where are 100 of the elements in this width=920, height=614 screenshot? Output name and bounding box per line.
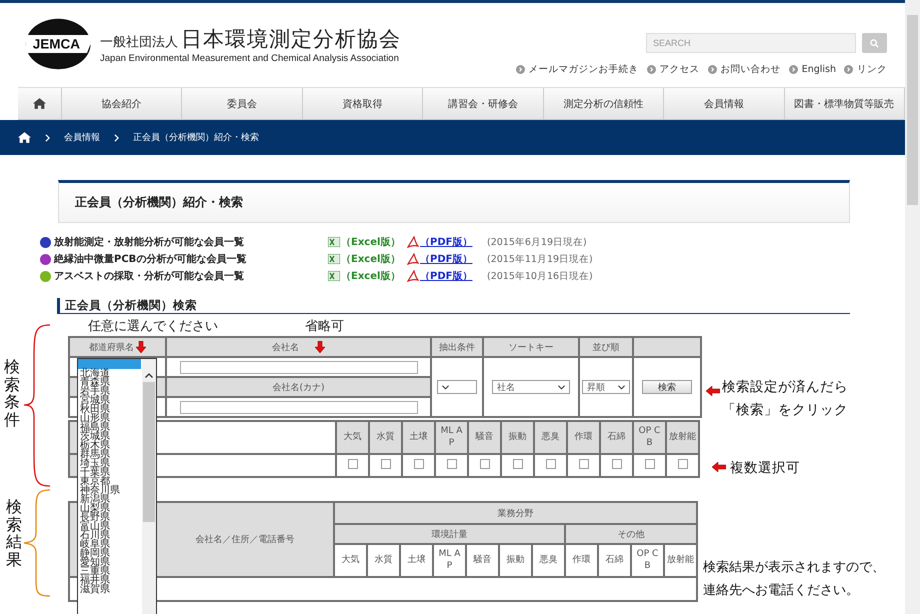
date-text: (2015年10月16日現在) — [487, 270, 593, 282]
prefecture-option[interactable]: 千葉県 — [80, 468, 142, 477]
prefecture-option[interactable]: 茨城県 — [80, 432, 142, 441]
column-header: 会社名／住所／電話番号 — [156, 502, 334, 577]
category-header: 水質 — [369, 421, 402, 454]
excel-link[interactable]: （Excel版） — [341, 235, 407, 249]
column-header: 抽出条件 — [431, 337, 483, 357]
column-header: ソートキー — [483, 337, 579, 357]
prefecture-option[interactable]: 富山県 — [80, 522, 142, 531]
list-title: 絶縁油中微量PCBの分析が可能な会員一覧 — [54, 252, 248, 266]
prefecture-option[interactable]: 長野県 — [80, 513, 142, 522]
category-header: 大気 — [334, 544, 367, 577]
annotation-text: 複数選択可 — [730, 459, 800, 478]
prefecture-option[interactable]: 山梨県 — [80, 504, 142, 513]
prefecture-option[interactable]: 青森県 — [80, 378, 142, 387]
category-header: 振動 — [499, 544, 532, 577]
category-header: 大気 — [336, 421, 369, 454]
annotation-text: 連絡先へお電話ください。 — [703, 582, 860, 600]
group-header: その他 — [565, 524, 697, 544]
category-header: ML AP — [433, 544, 466, 577]
category-header: 作環 — [565, 544, 598, 577]
annotation-text: 検索結果が表示されますので、 — [703, 559, 885, 577]
nav-item[interactable]: 委員会 — [182, 88, 303, 119]
prefecture-option[interactable]: 埼玉県 — [80, 459, 142, 468]
header-link[interactable]: お問い合わせ — [708, 63, 781, 76]
category-header: 悪臭 — [534, 421, 567, 454]
column-header: 並び順 — [579, 337, 633, 357]
nav-item[interactable]: 会員情報 — [664, 88, 785, 119]
list-title: アスベストの採取・分析が可能な会員一覧 — [54, 270, 245, 283]
org-prefix: 一般社団法人 — [100, 34, 178, 50]
org-name: 日本環境測定分析協会 — [181, 26, 401, 52]
section-heading: 正会員（分析機関）検索 — [57, 298, 850, 314]
prefecture-option[interactable]: 岐阜県 — [80, 540, 142, 549]
category-header: 放射能 — [664, 544, 697, 577]
pdf-link[interactable]: （PDF版） — [420, 269, 487, 283]
excel-link[interactable]: （Excel版） — [341, 269, 407, 283]
org-name-english: Japan Environmental Measurement and Chemical Analysis Association — [100, 52, 400, 64]
annotation-label: 検索結果 — [6, 498, 22, 568]
search-field[interactable]: SEARCH — [646, 33, 856, 53]
prefecture-option[interactable]: 山形県 — [80, 414, 142, 423]
column-header: 都道府県名 — [69, 337, 166, 357]
breadcrumb-link[interactable]: 正会員（分析機関）紹介・検索 — [133, 131, 259, 144]
category-header: 水質 — [367, 544, 400, 577]
category-header: 騒音 — [468, 421, 501, 454]
nav-item[interactable]: 資格取得 — [302, 88, 424, 119]
list-title: 放射能測定・放射能分析が可能な会員一覧 — [54, 235, 245, 249]
prefecture-option[interactable]: 福島県 — [80, 423, 142, 432]
sort-key-dropdown[interactable]: 社名 — [492, 380, 570, 394]
group-header: 環境計量 — [334, 524, 565, 544]
prefecture-option[interactable]: 宮城県 — [80, 396, 142, 405]
category-header: 悪臭 — [532, 544, 565, 577]
hint-text: 省略可 — [305, 318, 344, 335]
prefecture-list[interactable]: 北海道 青森県 岩手県 宮城県 秋田県 山形県 福島県 茨城県 栃木県 群馬県 埼玉県 千葉県 東京都 神奈川県 新潟県 山梨県 長野県 富山県 石川県 岐阜県 静岡県 愛知県 三重県 福井県 滋賀県 — [77, 358, 157, 614]
prefecture-option[interactable]: 滋賀県 — [80, 585, 142, 594]
prefecture-option[interactable]: 新潟県 — [80, 495, 142, 504]
category-header: 土壌 — [402, 421, 435, 454]
annotation-label: 検索条件 — [4, 358, 20, 428]
prefecture-option[interactable]: 福井県 — [80, 576, 142, 585]
pdf-link[interactable]: （PDF版） — [420, 252, 487, 266]
category-header: 土壌 — [400, 544, 433, 577]
prefecture-option[interactable]: 東京都 — [80, 477, 142, 486]
page-title: 正会員（分析機関）紹介・検索 — [75, 194, 243, 211]
header-link[interactable]: メールマガジンお手続き — [516, 63, 639, 76]
category-header: 石綿 — [598, 544, 631, 577]
hint-text: 任意に選んでください — [88, 318, 218, 335]
date-text: (2015年11月19日現在) — [487, 252, 593, 266]
header-link[interactable]: アクセス — [646, 63, 700, 76]
prefecture-option[interactable]: 岩手県 — [80, 387, 142, 396]
column-header: 会社名(カナ) — [166, 377, 431, 397]
category-header: OP CB — [633, 421, 666, 454]
category-header: ML AP — [435, 421, 468, 454]
category-header: 振動 — [501, 421, 534, 454]
category-header: 騒音 — [466, 544, 499, 577]
date-text: (2015年6月19日現在) — [487, 236, 587, 248]
category-header: 石綿 — [600, 421, 633, 454]
column-header: 会社名 — [166, 337, 431, 357]
prefecture-option[interactable]: 愛知県 — [80, 558, 142, 567]
annotation-text: 「検索」をクリック — [722, 401, 848, 420]
prefecture-option[interactable]: 三重県 — [80, 567, 142, 576]
nav-item[interactable]: 協会紹介 — [62, 88, 182, 119]
group-header: 業務分野 — [334, 502, 697, 524]
nav-item[interactable]: 測定分析の信頼性 — [544, 88, 664, 119]
pdf-link[interactable]: （PDF版） — [420, 235, 487, 249]
prefecture-option[interactable]: 神奈川県 — [80, 486, 142, 495]
order-dropdown[interactable]: 昇順 — [582, 380, 630, 394]
prefecture-option[interactable]: 石川県 — [80, 531, 142, 540]
prefecture-option[interactable]: 栃木県 — [80, 441, 142, 450]
category-header: 作環 — [567, 421, 600, 454]
breadcrumb-link[interactable]: 会員情報 — [64, 131, 100, 144]
prefecture-option[interactable]: 静岡県 — [80, 549, 142, 558]
header-link[interactable]: English — [788, 63, 836, 76]
nav-item[interactable]: 講習会・研修会 — [423, 88, 544, 119]
search-submit-button[interactable]: 検索 — [642, 380, 692, 394]
header-link[interactable]: リンク — [844, 63, 887, 76]
annotation-text: 検索設定が済んだら — [722, 378, 848, 397]
prefecture-option[interactable]: 群馬県 — [80, 450, 142, 459]
category-header: OP CB — [631, 544, 664, 577]
prefecture-option[interactable]: 秋田県 — [80, 405, 142, 414]
prefecture-option[interactable]: 北海道 — [80, 369, 142, 378]
excel-link[interactable]: （Excel版） — [341, 252, 407, 266]
